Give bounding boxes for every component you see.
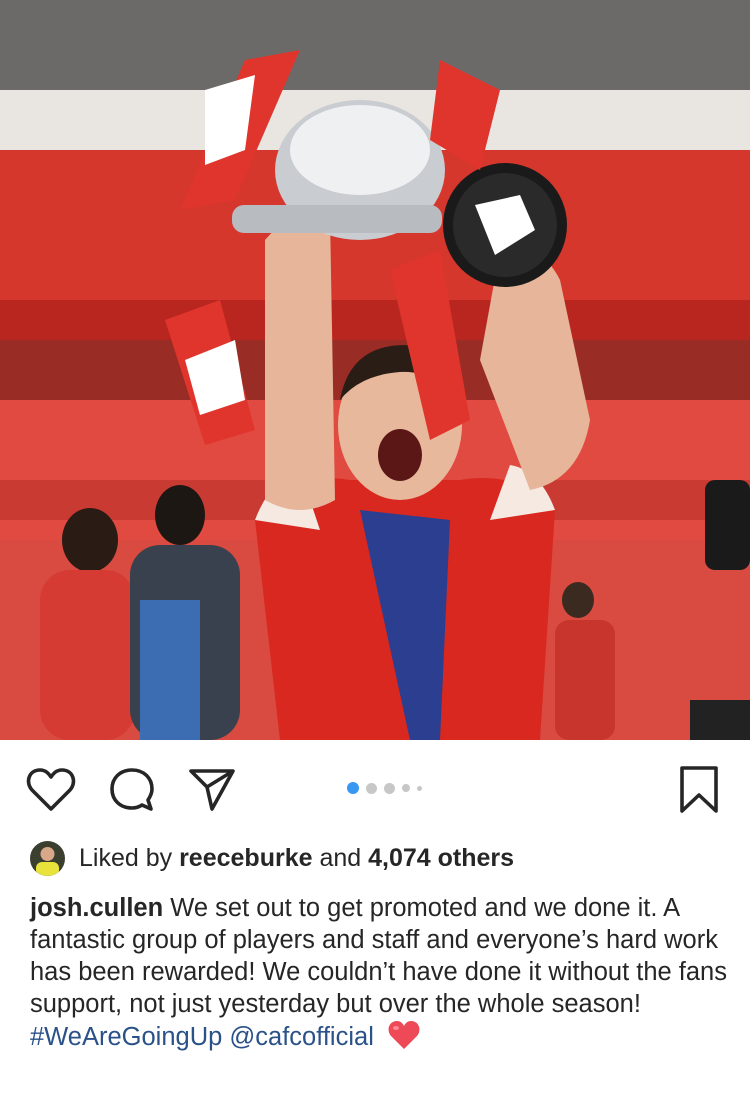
heart-outline-icon[interactable] <box>25 764 77 816</box>
caption-mention[interactable]: @cafcofficial <box>229 1023 373 1051</box>
red-heart-emoji-icon <box>387 1020 421 1058</box>
carousel-dot <box>384 782 395 794</box>
carousel-dot <box>402 784 410 792</box>
caption-hashtag[interactable]: #WeAreGoingUp <box>30 1023 222 1051</box>
post-image[interactable] <box>0 0 750 740</box>
likes-connector: and <box>319 843 362 872</box>
likes-summary[interactable]: Liked by reeceburke and 4,074 others <box>30 838 514 878</box>
carousel-dot <box>417 785 422 791</box>
post-caption: josh.cullen We set out to get promoted a… <box>30 892 730 1058</box>
paper-plane-icon[interactable] <box>186 764 238 816</box>
carousel-dot-active <box>347 782 359 794</box>
likes-others-count[interactable]: 4,074 others <box>368 844 514 873</box>
avatar[interactable] <box>30 840 65 876</box>
carousel-indicator <box>347 782 422 794</box>
comment-bubble-icon[interactable] <box>106 764 158 816</box>
caption-username[interactable]: josh.cullen <box>30 894 163 922</box>
likes-prefix: Liked by <box>79 843 173 872</box>
liker-username[interactable]: reeceburke <box>179 844 312 873</box>
carousel-dot <box>366 782 377 794</box>
bookmark-icon[interactable] <box>673 764 725 816</box>
